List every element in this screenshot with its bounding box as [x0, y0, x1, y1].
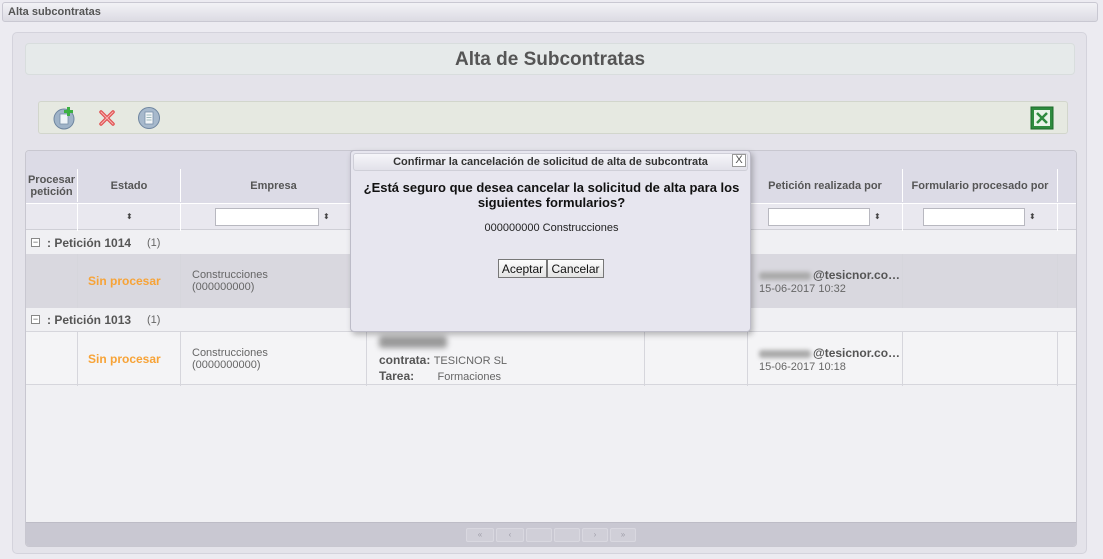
col-procesar-label-1: Procesar [27, 173, 76, 186]
request-date: 15-06-2017 10:18 [759, 361, 846, 373]
filter-cell-estado: ⬍ [78, 204, 181, 231]
page-title: Alta de Subcontratas [454, 49, 646, 70]
group-title: : Petición 1014 [47, 236, 132, 250]
row-cell [903, 254, 1058, 308]
sort-icon[interactable]: ⬍ [323, 212, 330, 221]
collapse-icon[interactable]: − [31, 238, 40, 247]
status-text: Sin procesar [88, 274, 161, 288]
empresa-code: (000000000) [192, 281, 255, 293]
group-title: : Petición 1013 [47, 313, 132, 327]
redacted-username [759, 349, 811, 358]
cancel-button[interactable]: Cancelar [547, 259, 604, 278]
row-cell [26, 332, 78, 386]
contrata-line: contrata: TESICNOR SL [379, 353, 507, 367]
col-estado[interactable]: Estado [78, 169, 181, 202]
tarea-line: Tarea: Formaciones [379, 369, 501, 383]
email-domain: @tesicnor.co… [813, 268, 901, 282]
window-titlebar: Alta subcontratas [2, 2, 1098, 22]
filter-cell-procesar [26, 204, 78, 231]
dialog-titlebar[interactable]: Confirmar la cancelación de solicitud de… [353, 153, 748, 171]
filter-cell-formulario: ⬍ [903, 204, 1058, 231]
excel-icon[interactable] [1029, 105, 1055, 131]
status-text: Sin procesar [88, 352, 161, 366]
requester-email: @tesicnor.co… [759, 268, 900, 282]
col-empresa[interactable]: Empresa [181, 169, 367, 202]
window-title: Alta subcontratas [8, 6, 101, 18]
redacted-text [379, 336, 447, 348]
table-row[interactable]: Sin procesar Construcciones (0000000000)… [26, 331, 1076, 386]
filter-cell-empresa: ⬍ [181, 204, 367, 231]
first-page-button[interactable]: « [466, 528, 494, 542]
add-sheet-icon[interactable] [52, 106, 76, 130]
next-page-button[interactable]: › [582, 528, 608, 542]
sort-icon[interactable]: ⬍ [874, 212, 881, 221]
document-icon[interactable] [137, 106, 161, 130]
close-icon[interactable]: X [732, 154, 746, 167]
page-header: Alta de Subcontratas [25, 43, 1075, 75]
sort-icon[interactable]: ⬍ [1029, 212, 1036, 221]
empresa-text: Construcciones (000000000) [192, 269, 268, 293]
empresa-name: Construcciones [192, 347, 268, 359]
peticion-filter-input[interactable] [768, 208, 870, 226]
toolbar [38, 101, 1068, 134]
row-cell [903, 332, 1058, 386]
email-domain: @tesicnor.co… [813, 346, 901, 360]
accept-button[interactable]: Aceptar [498, 259, 547, 278]
row-cell [645, 332, 748, 386]
empresa-name: Construcciones [192, 269, 268, 281]
empresa-filter-input[interactable] [215, 208, 319, 226]
request-date: 15-06-2017 10:32 [759, 283, 846, 295]
requester-email: @tesicnor.co… [759, 346, 900, 360]
tarea-label: Tarea: [379, 369, 415, 383]
confirm-dialog: Confirmar la cancelación de solicitud de… [350, 150, 751, 332]
col-procesar-label-2: petición [30, 185, 73, 198]
row-cell [26, 254, 78, 308]
tarea-value: Formaciones [437, 371, 502, 383]
dialog-question: ¿Está seguro que desea cancelar la solic… [363, 180, 740, 210]
last-page-button[interactable]: » [610, 528, 636, 542]
contrata-value: TESICNOR SL [433, 355, 508, 367]
col-formulario-procesado[interactable]: Formulario procesado por [903, 169, 1058, 202]
collapse-icon[interactable]: − [31, 315, 40, 324]
empresa-code: (0000000000) [192, 359, 261, 371]
redacted-username [759, 271, 811, 280]
group-count: (1) [147, 314, 161, 326]
empresa-text: Construcciones (0000000000) [192, 347, 268, 371]
page-slot[interactable] [554, 528, 580, 542]
col-procesar[interactable]: Procesar petición [26, 169, 78, 202]
filter-cell-peticion: ⬍ [748, 204, 903, 231]
dialog-item: 000000000 Construcciones [484, 222, 619, 234]
prev-page-button[interactable]: ‹ [496, 528, 524, 542]
formulario-filter-input[interactable] [923, 208, 1025, 226]
sort-icon[interactable]: ⬍ [126, 212, 133, 221]
page-slot[interactable] [526, 528, 552, 542]
pager: « ‹ › » [26, 522, 1076, 546]
group-count: (1) [147, 237, 161, 249]
dialog-title: Confirmar la cancelación de solicitud de… [393, 156, 708, 168]
contrata-label: contrata: [379, 353, 431, 367]
col-peticion-realizada[interactable]: Petición realizada por [748, 169, 903, 202]
red-x-icon[interactable] [95, 106, 119, 130]
